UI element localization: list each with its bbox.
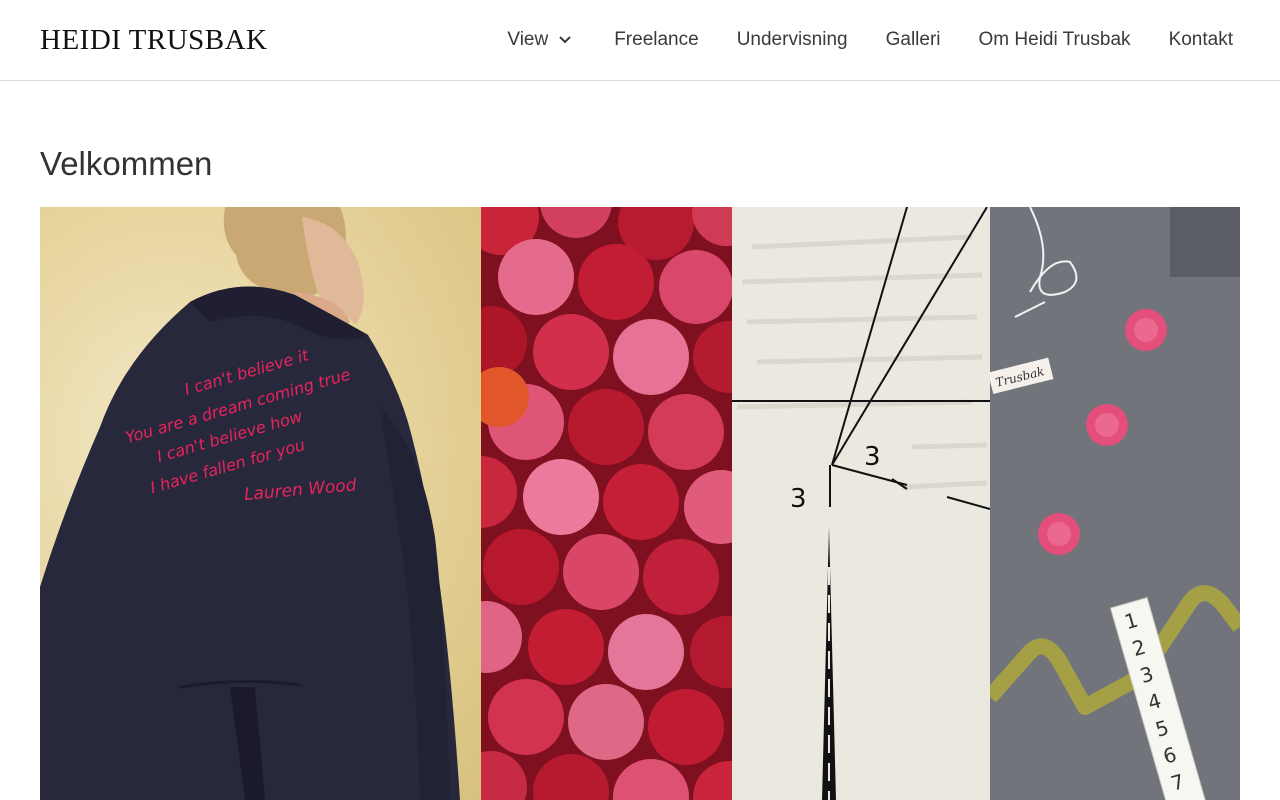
nav-item-view[interactable]: View xyxy=(507,29,576,51)
nav-item-galleri[interactable]: Galleri xyxy=(886,29,941,51)
nav-item-kontakt[interactable]: Kontakt xyxy=(1169,29,1233,51)
nav-item-om-heidi-trusbak[interactable]: Om Heidi Trusbak xyxy=(979,29,1131,51)
chevron-down-icon xyxy=(559,36,571,44)
nav-item-view-label: View xyxy=(507,29,549,50)
felt-tape-photo: Trusbak 1 2 3 4 5 6 7 8 xyxy=(990,207,1240,800)
pattern-drawing-photo: 3 3 xyxy=(732,207,990,800)
site-header: HEIDI TRUSBAK View Freelance Undervisnin… xyxy=(0,0,1280,81)
nav-item-undervisning[interactable]: Undervisning xyxy=(737,29,848,51)
pattern-number-1: 3 xyxy=(864,442,881,472)
hero-collage: I can't believe it You are a dream comin… xyxy=(40,207,1240,800)
nav-item-freelance[interactable]: Freelance xyxy=(614,29,699,51)
jacket-photo: I can't believe it You are a dream comin… xyxy=(40,207,481,800)
site-logo[interactable]: HEIDI TRUSBAK xyxy=(40,24,268,56)
velvet-buttons-photo xyxy=(481,207,732,800)
pattern-number-2: 3 xyxy=(790,484,807,514)
page-title: Velkommen xyxy=(40,145,213,182)
main-navigation: View Freelance Undervisning Galleri Om H… xyxy=(507,0,1233,80)
